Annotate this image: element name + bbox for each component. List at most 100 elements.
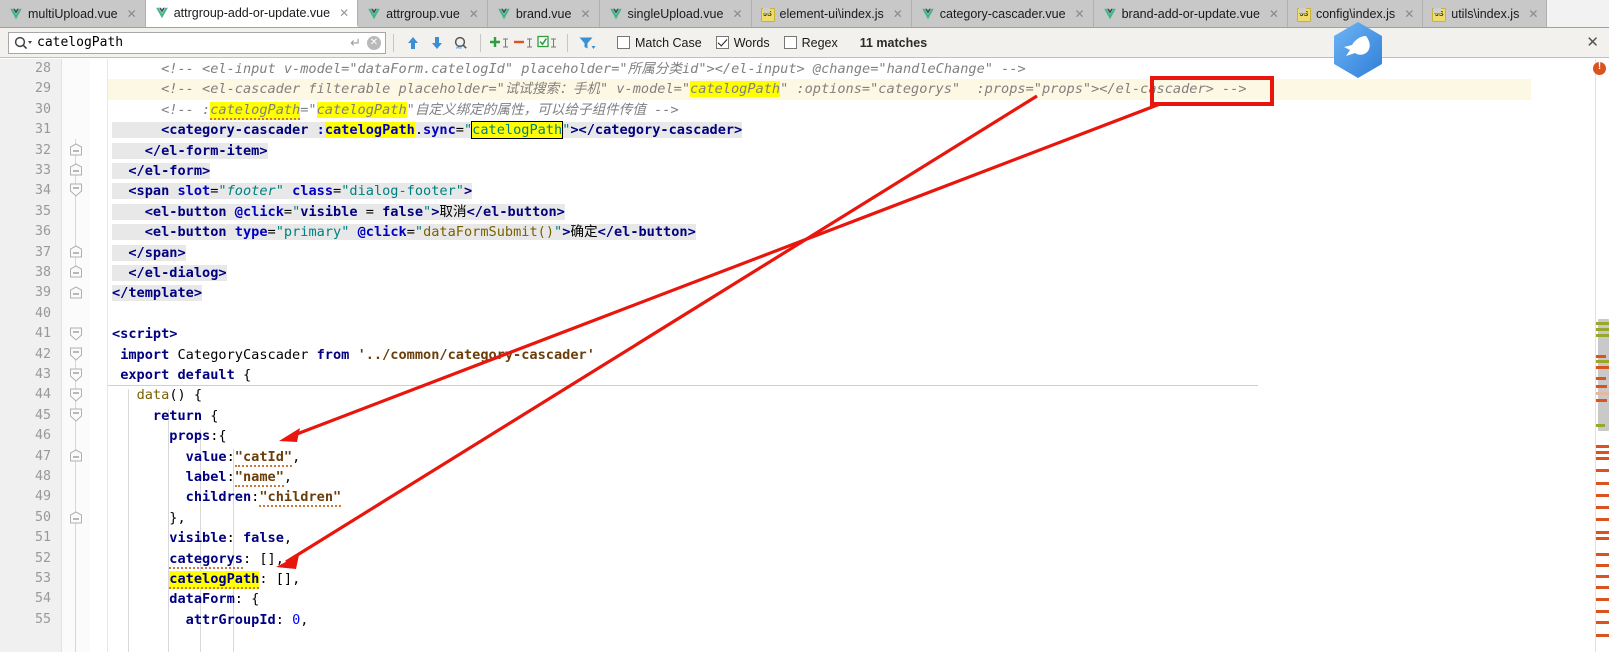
words-checkbox[interactable]: Words: [715, 36, 770, 50]
code-line-31[interactable]: <category-cascader :catelogPath.sync="ca…: [108, 120, 1531, 140]
error-marker[interactable]: [1596, 445, 1609, 448]
tab-utils-index[interactable]: JS utils\index.js ✕: [1423, 0, 1548, 27]
code-line-44[interactable]: data() {: [108, 385, 1531, 405]
code-line-53[interactable]: catelogPath: [],: [108, 569, 1531, 589]
error-marker[interactable]: [1596, 634, 1609, 637]
close-icon[interactable]: ✕: [893, 8, 903, 20]
code-line-46[interactable]: props:{: [108, 426, 1531, 446]
tab-category-cascader[interactable]: category-cascader.vue ✕: [911, 0, 1094, 27]
error-marker[interactable]: [1596, 457, 1609, 460]
error-marker[interactable]: [1596, 399, 1607, 402]
tab-singleupload[interactable]: singleUpload.vue ✕: [599, 0, 752, 27]
code-line-35[interactable]: <el-button @click="visible = false">取消</…: [108, 202, 1531, 222]
remove-selection-button[interactable]: [512, 32, 536, 54]
tab-attrgroup-add-or-update[interactable]: attrgroup-add-or-update.vue ✕: [145, 0, 359, 27]
clear-search-icon[interactable]: ✕: [367, 35, 381, 50]
code-line-38[interactable]: </el-dialog>: [108, 263, 1531, 283]
filter-button[interactable]: [575, 32, 599, 54]
error-marker[interactable]: [1596, 494, 1609, 497]
code-line-28[interactable]: <!-- <el-input v-model="dataForm.catelog…: [108, 59, 1531, 79]
error-marker[interactable]: [1596, 531, 1609, 534]
close-icon[interactable]: ✕: [732, 8, 742, 20]
match-case-checkbox[interactable]: Match Case: [617, 36, 702, 50]
close-icon[interactable]: ✕: [1528, 8, 1538, 20]
code-line-32[interactable]: </el-form-item>: [108, 141, 1531, 161]
code-line-51[interactable]: visible: false,: [108, 528, 1531, 548]
error-badge-icon[interactable]: [1593, 61, 1606, 75]
code-folding-gutter[interactable]: [62, 59, 90, 652]
close-icon[interactable]: ✕: [127, 8, 137, 20]
checkbox-box[interactable]: [783, 36, 797, 49]
tab-attrgroup[interactable]: attrgroup.vue ✕: [358, 0, 488, 27]
error-marker[interactable]: [1596, 537, 1609, 540]
tab-multiupload[interactable]: multiUpload.vue ✕: [0, 0, 146, 27]
code-line-50[interactable]: },: [108, 508, 1531, 528]
close-icon[interactable]: ✕: [339, 7, 349, 19]
error-marker[interactable]: [1596, 598, 1609, 601]
code-line-54[interactable]: dataForm: {: [108, 589, 1531, 609]
code-editor[interactable]: 28 29 30 31 32 33 34 35 36 37 38 39 40 4…: [0, 59, 1609, 652]
error-marker[interactable]: [1596, 355, 1606, 358]
editor-scroll-rail[interactable]: [1593, 59, 1609, 652]
code-line-52[interactable]: categorys: [],: [108, 549, 1531, 569]
select-all-occurrences-button[interactable]: [536, 32, 560, 54]
add-selection-button[interactable]: [488, 32, 512, 54]
find-all-button[interactable]: All: [449, 32, 473, 54]
code-line-45[interactable]: return {: [108, 406, 1531, 426]
code-line-36[interactable]: <el-button type="primary" @click="dataFo…: [108, 222, 1531, 242]
error-marker[interactable]: [1596, 392, 1609, 395]
close-find-toolbar-icon[interactable]: ✕: [1586, 35, 1599, 50]
checkbox-box[interactable]: [617, 36, 630, 49]
close-icon[interactable]: ✕: [1269, 8, 1279, 20]
code-line-49[interactable]: children:"children": [108, 487, 1531, 508]
tab-brand-add-or-update[interactable]: brand-add-or-update.vue ✕: [1093, 0, 1288, 27]
error-marker[interactable]: [1596, 621, 1609, 624]
warning-marker[interactable]: [1596, 322, 1609, 325]
find-next-button[interactable]: [425, 32, 449, 54]
error-marker[interactable]: [1596, 451, 1609, 454]
code-line-34[interactable]: <span slot="footer" class="dialog-footer…: [108, 181, 1531, 201]
search-input[interactable]: catelogPath ↵ ✕: [8, 31, 386, 54]
error-marker[interactable]: [1596, 518, 1609, 521]
warning-marker[interactable]: [1596, 328, 1609, 331]
code-line-33[interactable]: </el-form>: [108, 161, 1531, 181]
tab-brand[interactable]: brand.vue ✕: [487, 0, 600, 27]
error-marker[interactable]: [1596, 610, 1609, 613]
error-marker[interactable]: [1596, 586, 1609, 589]
code-line-48[interactable]: label:"name",: [108, 467, 1531, 487]
error-marker[interactable]: [1596, 377, 1606, 380]
warning-marker[interactable]: [1596, 424, 1605, 427]
close-icon[interactable]: ✕: [1404, 8, 1414, 20]
code-line-40[interactable]: [108, 304, 1531, 324]
code-line-30[interactable]: <!-- :catelogPath="catelogPath"自定义绑定的属性，…: [108, 100, 1531, 120]
close-icon[interactable]: ✕: [580, 8, 590, 20]
error-marker[interactable]: [1596, 366, 1609, 369]
code-content[interactable]: <!-- <el-input v-model="dataForm.catelog…: [108, 59, 1531, 652]
search-input-value[interactable]: catelogPath: [33, 35, 350, 50]
code-line-43[interactable]: export default {: [108, 365, 1531, 385]
code-line-29[interactable]: <!-- <el-cascader filterable placeholder…: [108, 79, 1531, 99]
error-marker[interactable]: [1596, 564, 1609, 567]
code-line-39[interactable]: </template>: [108, 283, 1531, 303]
close-icon[interactable]: ✕: [469, 8, 479, 20]
warning-marker[interactable]: [1596, 360, 1609, 363]
error-marker[interactable]: [1596, 385, 1607, 388]
error-marker[interactable]: [1596, 506, 1609, 509]
close-icon[interactable]: ✕: [1075, 8, 1085, 20]
code-line-41[interactable]: <script>: [108, 324, 1531, 344]
warning-marker[interactable]: [1596, 334, 1609, 337]
error-marker[interactable]: [1596, 553, 1609, 556]
error-marker[interactable]: [1596, 469, 1609, 472]
code-line-47[interactable]: value:"catId",: [108, 447, 1531, 467]
error-marker[interactable]: [1596, 482, 1609, 485]
error-marker[interactable]: [1596, 575, 1609, 578]
tab-element-ui-index[interactable]: JS element-ui\index.js ✕: [751, 0, 912, 27]
vue-devtools-badge-icon[interactable]: [1328, 20, 1388, 80]
code-line-55[interactable]: attrGroupId: 0,: [108, 610, 1531, 630]
find-previous-button[interactable]: [401, 32, 425, 54]
search-icon[interactable]: [13, 35, 33, 51]
code-line-37[interactable]: </span>: [108, 243, 1531, 263]
checkbox-box[interactable]: [715, 36, 729, 49]
code-line-42[interactable]: import CategoryCascader from '../common/…: [108, 345, 1531, 365]
regex-checkbox[interactable]: Regex: [783, 36, 838, 50]
